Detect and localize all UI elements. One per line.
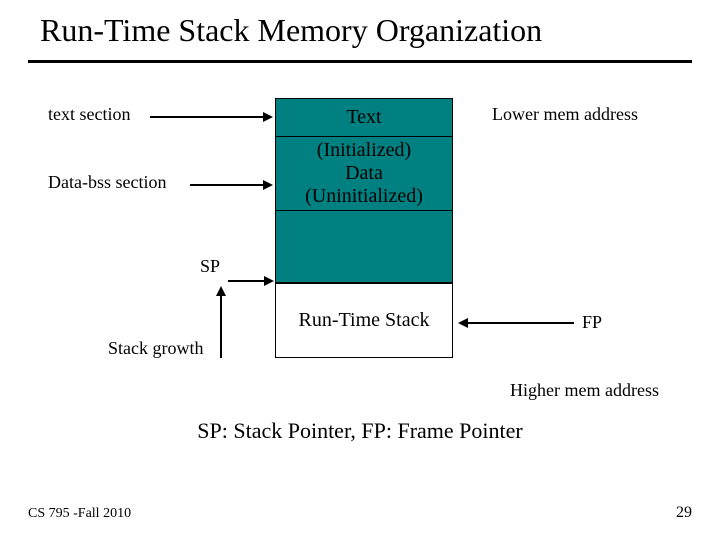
- label-text-section: text section: [48, 104, 130, 125]
- segment-stack: Run-Time Stack: [276, 283, 452, 357]
- segment-data: (Initialized) Data (Uninitialized): [276, 137, 452, 211]
- data-uninit-label: (Uninitialized): [305, 185, 423, 208]
- label-higher-mem: Higher mem address: [510, 380, 659, 401]
- label-sp: SP: [200, 256, 220, 277]
- segment-text: Text: [276, 99, 452, 137]
- data-init-label: (Initialized): [305, 139, 423, 162]
- title-rule: [28, 60, 692, 63]
- segment-gap: [276, 211, 452, 283]
- segment-data-lines: (Initialized) Data (Uninitialized): [305, 139, 423, 208]
- footer-course: CS 795 -Fall 2010: [28, 506, 131, 522]
- slide: { "title": "Run-Time Stack Memory Organi…: [0, 0, 720, 540]
- label-fp: FP: [582, 312, 602, 333]
- label-data-bss-section: Data-bss section: [48, 172, 166, 193]
- slide-title: Run-Time Stack Memory Organization: [40, 12, 542, 49]
- footer-page: 29: [676, 504, 692, 522]
- memory-column: Text (Initialized) Data (Uninitialized) …: [275, 98, 453, 358]
- label-lower-mem: Lower mem address: [492, 104, 638, 125]
- data-label: Data: [305, 162, 423, 185]
- caption: SP: Stack Pointer, FP: Frame Pointer: [0, 418, 720, 444]
- label-stack-growth: Stack growth: [108, 338, 203, 359]
